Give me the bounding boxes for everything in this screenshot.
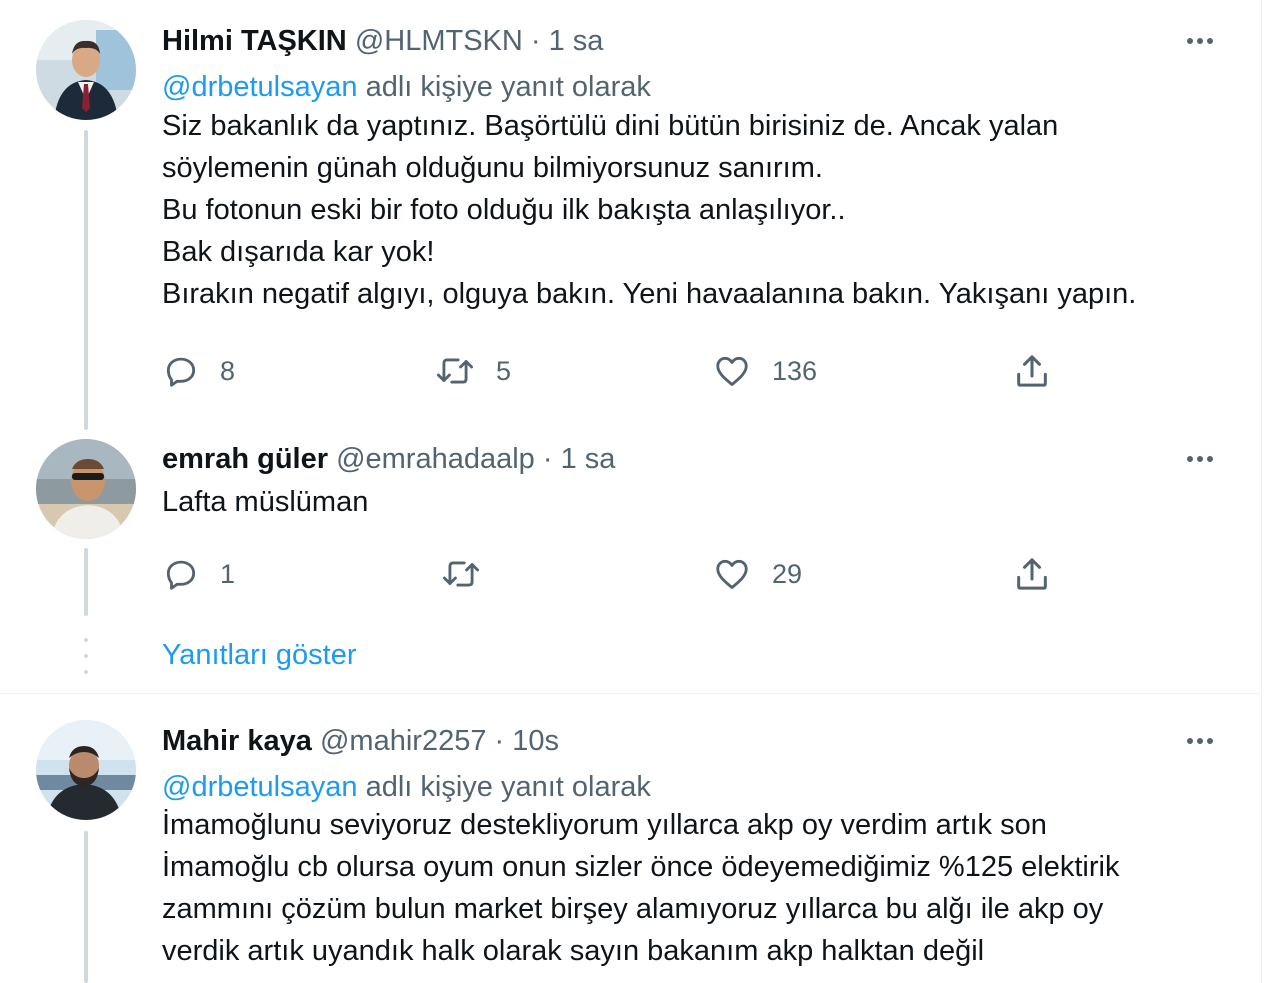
share-button[interactable] (1012, 554, 1052, 594)
thread-dots (84, 638, 88, 674)
like-icon (716, 356, 748, 386)
thread-line (84, 130, 88, 430)
reply-count: 1 (220, 558, 236, 589)
tweet-text: Siz bakanlık da yaptınız. Başörtülü dini… (162, 105, 1222, 315)
replying-to-label: adlı kişiye yanıt olarak (365, 71, 651, 103)
reply-icon (166, 357, 196, 387)
reply-icon (166, 560, 196, 590)
like-button[interactable]: 136 (712, 351, 817, 391)
tweet-text-line: İmamoğlu cb olursa oyum onun sizler önce… (162, 851, 1120, 883)
tweet-text-line: Lafta müslüman (162, 486, 369, 518)
tweet-text-line: verdik artık uyandık halk olarak sayın b… (162, 935, 985, 967)
reply-button[interactable]: 8 (162, 351, 235, 391)
replying-to: @drbetulsayan adlı kişiye yanıt olarak (162, 770, 1222, 804)
separator: · (542, 443, 553, 475)
tweet-hilmi[interactable]: Hilmi TAŞKIN @HLMTSKN · 1 sa @drbetulsay… (0, 0, 1262, 430)
share-icon (1017, 355, 1047, 387)
separator: · (530, 25, 541, 57)
share-button[interactable] (1012, 351, 1052, 391)
tweet-header: emrah güler @emrahadaalp · 1 sa (162, 442, 1222, 476)
tweet-text-line: Bu fotonun eski bir foto olduğu ilk bakı… (162, 194, 846, 226)
mention-link[interactable]: @drbetulsayan (162, 71, 358, 103)
avatar[interactable] (36, 20, 136, 120)
like-count: 136 (772, 355, 818, 386)
like-count: 29 (772, 558, 803, 589)
tweet-actions: 1 29 (162, 554, 1062, 594)
like-button[interactable]: 29 (712, 554, 802, 594)
reply-thread: Hilmi TAŞKIN @HLMTSKN · 1 sa @drbetulsay… (0, 0, 1262, 983)
retweet-icon (436, 358, 474, 384)
reply-button[interactable]: 1 (162, 554, 235, 594)
timestamp[interactable]: 1 sa (549, 25, 604, 57)
separator: · (494, 725, 505, 757)
user-handle[interactable]: @emrahadaalp (336, 443, 535, 475)
display-name[interactable]: Mahir kaya (162, 725, 312, 757)
tweet-header: Mahir kaya @mahir2257 · 10s (162, 724, 1222, 758)
avatar[interactable] (36, 439, 136, 539)
tweet-text-line: zammını çözüm bulun market birşey alamıy… (162, 893, 1104, 925)
thread-line (84, 831, 88, 983)
tweet-text: İmamoğlunu seviyoruz destekliyorum yılla… (162, 804, 1222, 972)
tweet-text-line: Bırakın negatif algıyı, olguya bakın. Ye… (162, 278, 1137, 310)
retweet-icon (442, 561, 480, 587)
tweet-emrah[interactable]: emrah güler @emrahadaalp · 1 sa Lafta mü… (0, 430, 1262, 635)
timestamp[interactable]: 10s (512, 725, 559, 757)
tweet-header: Hilmi TAŞKIN @HLMTSKN · 1 sa (162, 24, 1222, 58)
more-icon[interactable] (1178, 24, 1222, 58)
thread-line (84, 548, 88, 616)
avatar[interactable] (36, 720, 136, 820)
show-replies-link[interactable]: Yanıtları göster (162, 636, 357, 674)
display-name[interactable]: emrah güler (162, 443, 328, 475)
tweet-mahir[interactable]: Mahir kaya @mahir2257 · 10s @drbetulsaya… (0, 694, 1262, 983)
more-icon[interactable] (1178, 724, 1222, 758)
mention-link[interactable]: @drbetulsayan (162, 771, 358, 803)
tweet-text-line: İmamoğlunu seviyoruz destekliyorum yılla… (162, 809, 1047, 841)
retweet-button[interactable] (440, 554, 482, 594)
retweet-count: 5 (496, 355, 512, 386)
display-name[interactable]: Hilmi TAŞKIN (162, 25, 347, 57)
like-icon (716, 559, 748, 589)
tweet-actions: 8 5 136 (162, 351, 1062, 391)
replying-to: @drbetulsayan adlı kişiye yanıt olarak (162, 70, 1222, 104)
tweet-text: Lafta müslüman (162, 481, 1222, 523)
tweet-text-line: söylemenin günah olduğunu bilmiyorsunuz … (162, 152, 823, 184)
retweet-button[interactable]: 5 (434, 351, 511, 391)
replying-to-label: adlı kişiye yanıt olarak (365, 771, 651, 803)
tweet-text-line: Bak dışarıda kar yok! (162, 236, 435, 268)
user-handle[interactable]: @HLMTSKN (355, 25, 523, 57)
tweet-text-line: Siz bakanlık da yaptınız. Başörtülü dini… (162, 110, 1059, 142)
more-icon[interactable] (1178, 442, 1222, 476)
user-handle[interactable]: @mahir2257 (320, 725, 486, 757)
share-icon (1017, 558, 1047, 590)
timestamp[interactable]: 1 sa (561, 443, 616, 475)
reply-count: 8 (220, 355, 236, 386)
